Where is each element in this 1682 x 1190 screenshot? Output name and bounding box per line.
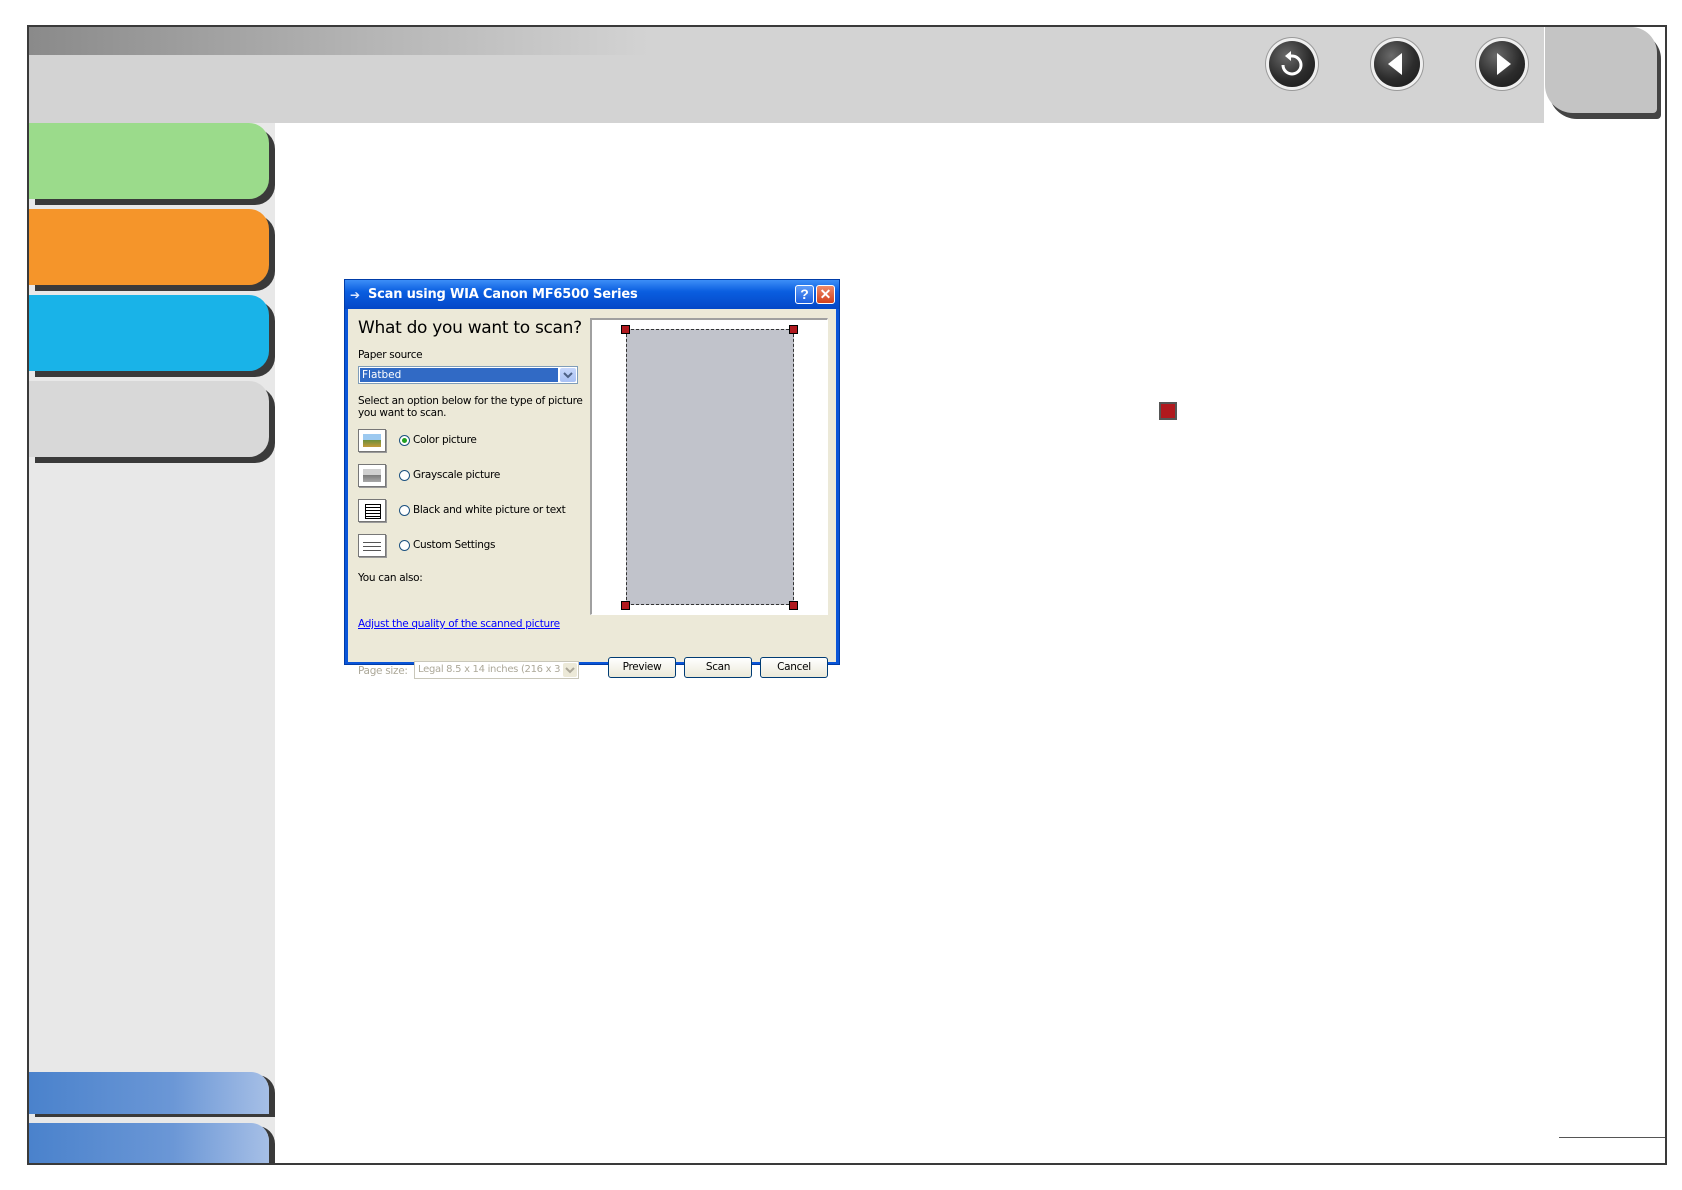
next-icon xyxy=(1497,53,1511,75)
custom-settings-icon[interactable] xyxy=(358,534,386,557)
grayscale-picture-icon[interactable] xyxy=(358,464,386,487)
chevron-down-icon[interactable] xyxy=(560,368,576,382)
close-button[interactable]: ✕ xyxy=(816,285,835,304)
back-button[interactable] xyxy=(1269,41,1315,87)
color-picture-icon[interactable] xyxy=(358,429,386,452)
dialog-title: Scan using WIA Canon MF6500 Series xyxy=(368,287,638,302)
also-label: You can also: xyxy=(358,572,423,584)
custom-settings-label[interactable]: Custom Settings xyxy=(413,539,495,551)
header-gradient xyxy=(29,27,649,55)
cancel-button[interactable]: Cancel xyxy=(760,657,828,678)
sidebar-bottom-tab-2[interactable] xyxy=(29,1123,269,1163)
chevron-down-icon xyxy=(563,663,577,677)
paper-source-value: Flatbed xyxy=(360,368,558,382)
preview-area[interactable] xyxy=(590,318,828,615)
previous-page-button[interactable] xyxy=(1374,41,1420,87)
footer-rule xyxy=(1559,1137,1665,1138)
paper-source-select[interactable]: Flatbed xyxy=(358,366,578,384)
sidebar-tab-4[interactable] xyxy=(29,381,269,457)
sidebar-tab-1[interactable] xyxy=(29,123,269,199)
sidebar-tab-2[interactable] xyxy=(29,209,269,285)
color-picture-label[interactable]: Color picture xyxy=(413,434,477,446)
marker-square xyxy=(1159,402,1177,420)
crop-handle-top-right[interactable] xyxy=(789,325,798,334)
page-size-value: Legal 8.5 x 14 inches (216 x 356 mm) xyxy=(418,664,561,675)
corner-tab[interactable] xyxy=(1545,27,1657,113)
scanner-icon: ➔ xyxy=(350,288,361,302)
sidebar-tab-3[interactable] xyxy=(29,295,269,371)
page-size-select: Legal 8.5 x 14 inches (216 x 356 mm) xyxy=(414,661,579,679)
dialog-body: What do you want to scan? Paper source F… xyxy=(348,309,836,679)
preview-button[interactable]: Preview xyxy=(608,657,676,678)
bw-text-icon[interactable] xyxy=(358,499,386,522)
crop-handle-top-left[interactable] xyxy=(621,325,630,334)
adjust-quality-link[interactable]: Adjust the quality of the scanned pictur… xyxy=(358,618,560,630)
paper-source-label: Paper source xyxy=(358,349,423,361)
instruction-text: Select an option below for the type of p… xyxy=(358,395,583,419)
sidebar-bottom-tab-1[interactable] xyxy=(29,1072,269,1114)
left-sidebar xyxy=(29,123,275,1163)
custom-settings-radio[interactable] xyxy=(399,540,410,551)
bw-text-radio[interactable] xyxy=(399,505,410,516)
scan-button[interactable]: Scan xyxy=(684,657,752,678)
page-frame xyxy=(27,25,1667,1165)
crop-handle-bottom-right[interactable] xyxy=(789,601,798,610)
back-icon xyxy=(1281,51,1303,76)
grayscale-picture-radio[interactable] xyxy=(399,470,410,481)
next-page-button[interactable] xyxy=(1479,41,1525,87)
crop-handle-bottom-left[interactable] xyxy=(621,601,630,610)
page-size-label: Page size: xyxy=(358,665,408,677)
bw-text-label[interactable]: Black and white picture or text xyxy=(413,504,566,516)
previous-icon xyxy=(1388,53,1402,75)
scan-region[interactable] xyxy=(626,329,794,605)
help-button[interactable]: ? xyxy=(795,285,814,304)
scan-dialog: ➔ Scan using WIA Canon MF6500 Series ? ✕… xyxy=(344,279,840,679)
grayscale-picture-label[interactable]: Grayscale picture xyxy=(413,469,500,481)
dialog-heading: What do you want to scan? xyxy=(358,318,582,338)
header-bar xyxy=(29,27,1544,123)
dialog-title-bar: ➔ Scan using WIA Canon MF6500 Series ? ✕ xyxy=(345,280,839,309)
color-picture-radio[interactable] xyxy=(399,435,410,446)
